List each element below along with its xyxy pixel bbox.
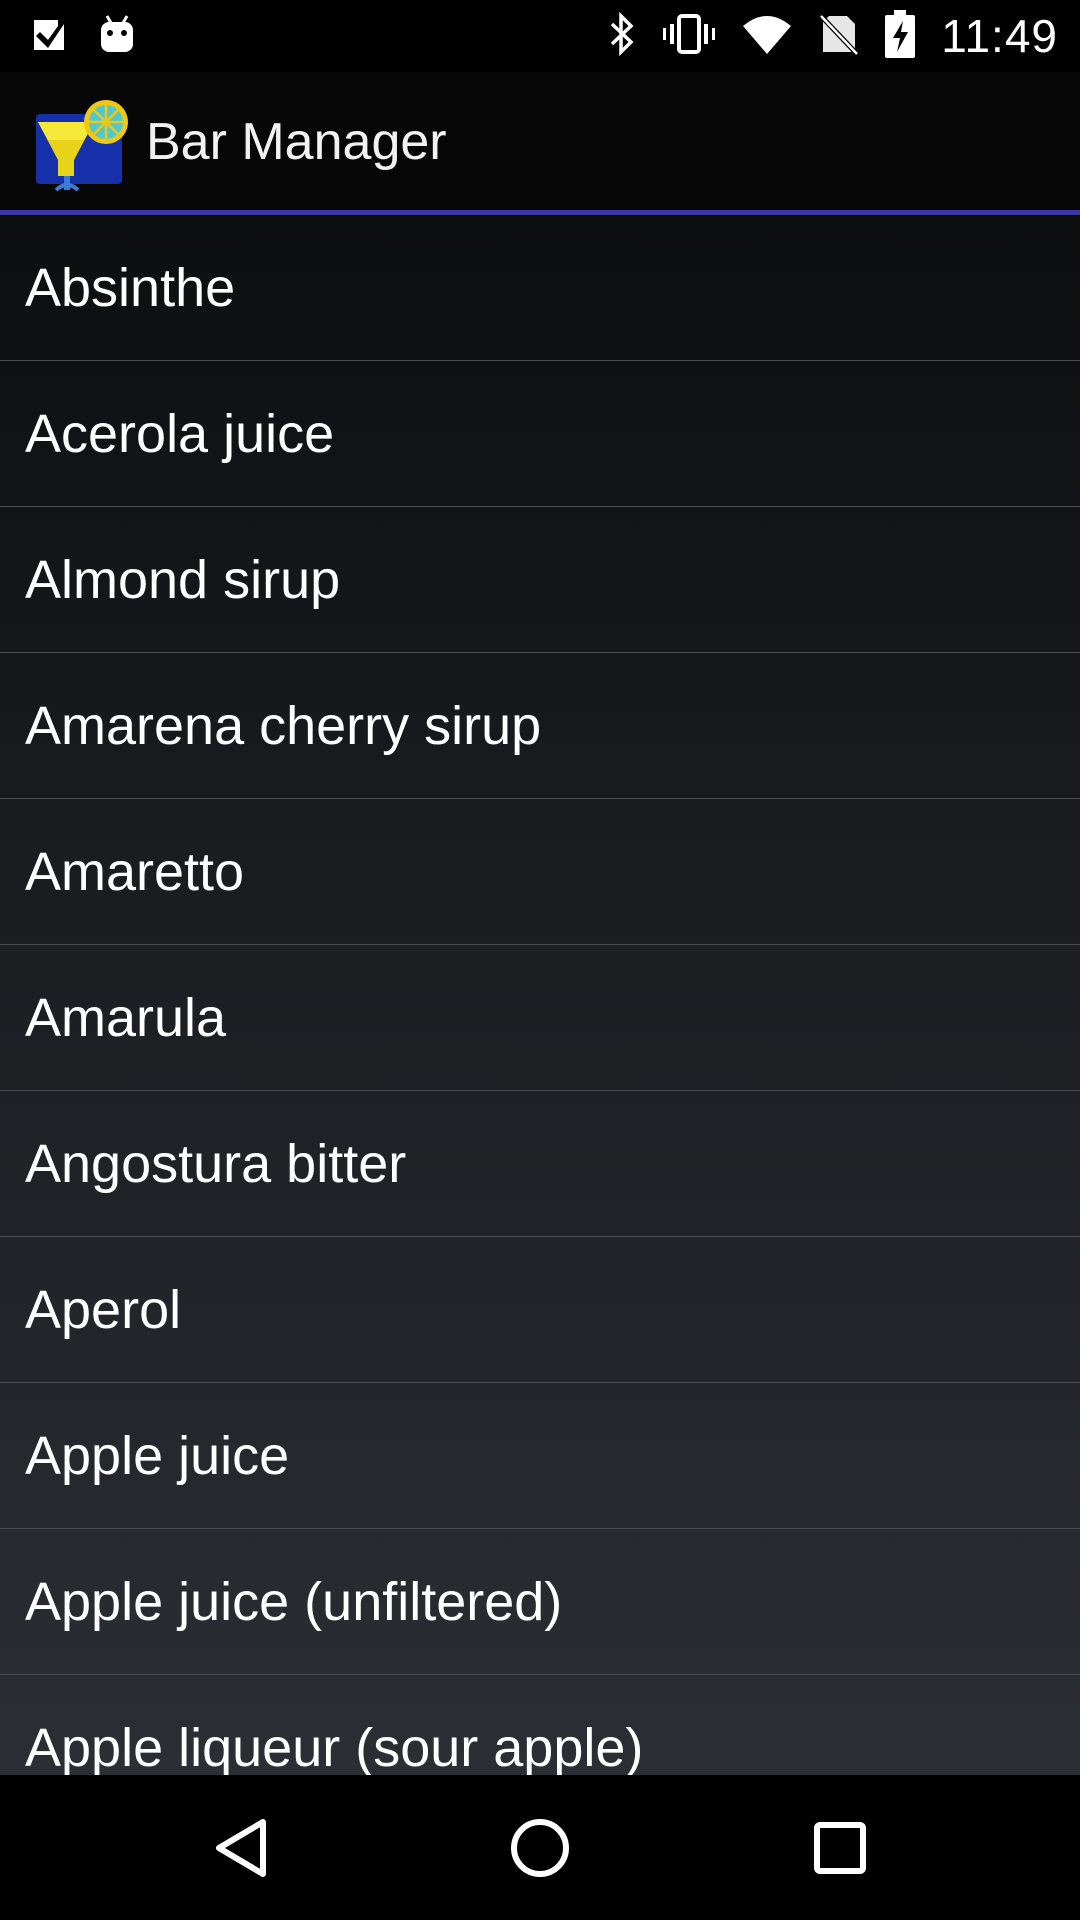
bluetooth-icon [607,11,637,61]
list-item-label: Apple liqueur (sour apple) [25,1717,644,1776]
status-left-icons [30,8,136,64]
app-title: Bar Manager [146,113,447,171]
list-item-label: Apple juice (unfiltered) [25,1571,563,1632]
list-item[interactable]: Amarula [0,945,1080,1091]
list-item-label: Aperol [25,1279,182,1340]
list-item[interactable]: Acerola juice [0,361,1080,507]
list-item[interactable]: Apple juice [0,1383,1080,1529]
list-item[interactable]: Apple juice (unfiltered) [0,1529,1080,1675]
list-item-label: Almond sirup [25,549,341,610]
navigation-bar [0,1775,1080,1920]
list-item-label: Apple juice [25,1425,290,1486]
wifi-icon [741,14,793,59]
list-item[interactable]: Absinthe [0,215,1080,361]
list-item-label: Absinthe [25,257,236,318]
recents-icon[interactable] [785,1793,895,1903]
ingredient-list[interactable]: Absinthe Acerola juice Almond sirup Amar… [0,215,1080,1775]
status-right-icons: 11:49 [607,8,1058,64]
checkbox-icon [30,14,70,59]
list-item-label: Amarena cherry sirup [25,695,542,756]
status-bar: 11:49 [0,0,1080,72]
list-item[interactable]: Apple liqueur (sour apple) [0,1675,1080,1776]
list-item[interactable]: Amarena cherry sirup [0,653,1080,799]
vibrate-icon [663,12,716,61]
back-icon[interactable] [186,1793,296,1903]
list-item-label: Angostura bitter [25,1133,407,1194]
android-icon [98,14,136,59]
battery-charging-icon [885,9,916,63]
app-bar: Bar Manager [0,72,1080,215]
list-item-label: Acerola juice [25,403,335,464]
list-item-label: Amaretto [25,841,245,902]
list-item-label: Amarula [25,987,227,1048]
home-icon[interactable] [485,1793,595,1903]
no-sim-icon [819,12,860,61]
list-item[interactable]: Angostura bitter [0,1091,1080,1237]
list-item[interactable]: Almond sirup [0,507,1080,653]
list-item[interactable]: Aperol [0,1237,1080,1383]
list-item[interactable]: Amaretto [0,799,1080,945]
bar-manager-logo-icon[interactable] [34,96,130,192]
status-time: 11:49 [941,10,1058,62]
